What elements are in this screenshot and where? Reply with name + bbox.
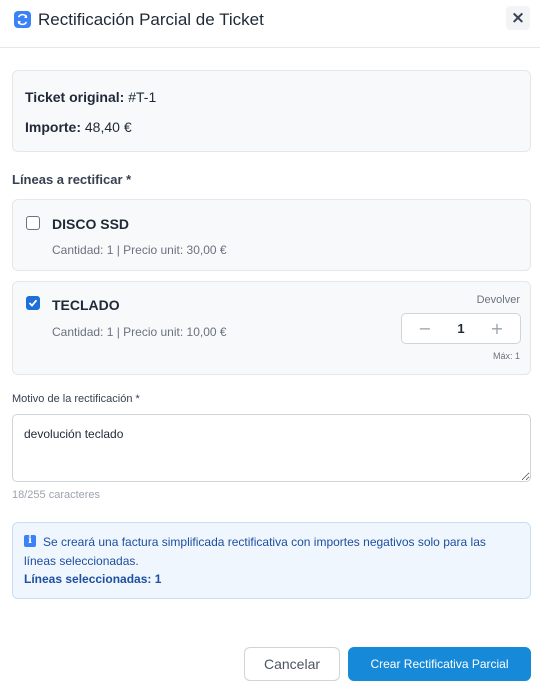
refresh-icon xyxy=(14,11,31,28)
line-name: TECLADO xyxy=(52,297,120,313)
ticket-info-card: Ticket original: #T-1 Importe: 48,40 € xyxy=(12,70,531,152)
info-notice: i Se creará una factura simplificada rec… xyxy=(12,522,531,599)
line-checkbox-disco-ssd[interactable] xyxy=(26,216,40,230)
cancel-button[interactable]: Cancelar xyxy=(244,647,340,681)
modal-title: Rectificación Parcial de Ticket xyxy=(38,10,264,29)
ticket-original-row: Ticket original: #T-1 xyxy=(25,89,156,105)
ticket-amount-value: 48,40 € xyxy=(84,119,132,135)
line-name: DISCO SSD xyxy=(52,216,130,232)
line-detail: Cantidad: 1 | Precio unit: 30,00 € xyxy=(52,243,227,257)
reason-label: Motivo de la rectificación * xyxy=(12,393,140,405)
notice-text: Se creará una factura simplificada recti… xyxy=(24,535,486,568)
reason-textarea[interactable]: devolución teclado xyxy=(12,414,531,482)
ticket-amount-row: Importe: 48,40 € xyxy=(25,119,132,135)
create-partial-rectification-button[interactable]: Crear Rectificativa Parcial xyxy=(348,647,531,681)
line-item-teclado[interactable]: TECLADO Cantidad: 1 | Precio unit: 10,00… xyxy=(12,281,531,375)
quantity-stepper: − 1 + xyxy=(401,313,521,344)
ticket-original-value: #T-1 xyxy=(128,89,157,105)
lines-section-label: Líneas a rectificar * xyxy=(12,172,132,187)
char-counter: 18/255 caracteres xyxy=(12,489,101,501)
return-quantity-label: Devolver xyxy=(476,294,520,306)
line-item-disco-ssd[interactable]: DISCO SSD Cantidad: 1 | Precio unit: 30,… xyxy=(12,199,531,271)
quantity-input[interactable]: 1 xyxy=(444,314,478,343)
modal-header: Rectificación Parcial de Ticket × xyxy=(0,0,540,48)
ticket-amount-label: Importe: xyxy=(25,119,81,135)
selected-lines-count: Líneas seleccionadas: 1 xyxy=(24,572,162,586)
decrement-button[interactable]: − xyxy=(406,314,444,343)
line-checkbox-teclado[interactable] xyxy=(26,296,40,310)
max-quantity-label: Máx: 1 xyxy=(492,351,520,361)
ticket-original-label: Ticket original: xyxy=(25,89,125,105)
line-detail: Cantidad: 1 | Precio unit: 10,00 € xyxy=(52,325,227,339)
close-button[interactable]: × xyxy=(506,6,530,30)
increment-button[interactable]: + xyxy=(478,314,516,343)
